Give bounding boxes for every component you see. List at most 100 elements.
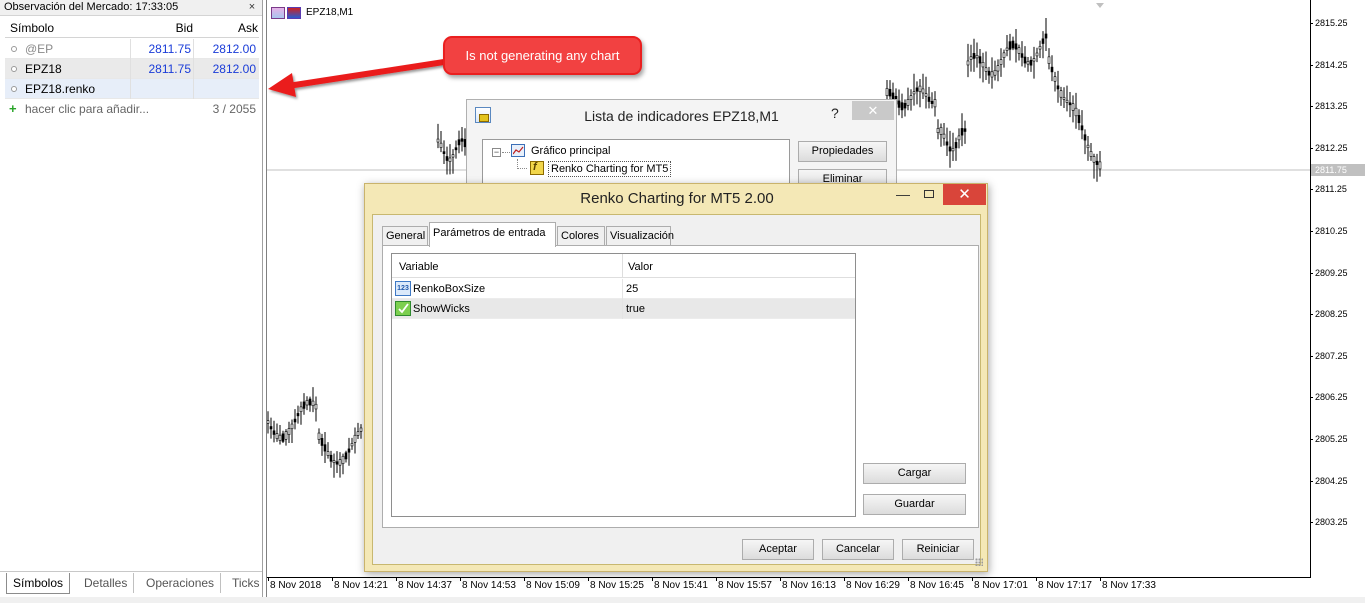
candle — [1071, 95, 1075, 123]
price-tick-label: 2809.25 — [1310, 267, 1348, 278]
parameters-grid[interactable]: Variable Valor 123 RenkoBoxSize 25 ShowW… — [391, 253, 856, 517]
save-button[interactable]: Guardar — [863, 494, 966, 515]
symbol-status-icon — [11, 66, 17, 72]
candle — [296, 405, 300, 424]
candle — [1056, 70, 1060, 103]
candle — [1035, 47, 1039, 63]
candle — [978, 48, 982, 79]
help-icon[interactable]: ? — [831, 105, 839, 121]
candle — [1047, 48, 1051, 70]
column-header-bid[interactable]: Bid — [135, 18, 193, 38]
column-header-value[interactable]: Valor — [628, 254, 653, 280]
load-button[interactable]: Cargar — [863, 463, 966, 484]
symbol-row[interactable]: EPZ18 2811.75 2812.00 — [5, 59, 259, 79]
candle — [936, 119, 940, 140]
candle — [963, 120, 967, 144]
symbol-row[interactable]: @EP 2811.75 2812.00 — [5, 39, 259, 59]
candle — [1095, 153, 1099, 182]
candle — [1041, 31, 1045, 59]
candle — [1029, 56, 1033, 72]
collapse-icon[interactable]: − — [492, 148, 501, 157]
symbol-row[interactable]: EPZ18.renko — [5, 79, 259, 99]
minimize-icon[interactable]: — — [890, 186, 916, 205]
candle — [290, 419, 294, 444]
candle — [918, 79, 922, 108]
parameter-value[interactable]: true — [626, 299, 645, 319]
candle — [439, 131, 443, 153]
symbol-ask: 2812.00 — [212, 42, 256, 56]
candle — [353, 427, 357, 454]
candle — [284, 429, 288, 446]
price-tick-label: 2812.25 — [1310, 142, 1348, 153]
parameter-name: RenkoBoxSize — [413, 283, 486, 295]
parameter-row[interactable]: ShowWicks true — [392, 299, 855, 319]
maximize-icon[interactable] — [924, 190, 934, 198]
tab-detalles[interactable]: Detalles — [78, 573, 135, 593]
ok-button[interactable]: Aceptar — [742, 539, 814, 560]
close-button[interactable]: ✕ — [852, 101, 894, 120]
market-watch-title: Observación del Mercado: 17:33:05 × — [0, 0, 262, 16]
time-tick-label: 8 Nov 15:57 — [716, 577, 772, 591]
time-axis[interactable]: 8 Nov 2018 8 Nov 14:21 8 Nov 14:37 8 Nov 14… — [267, 577, 1310, 597]
candle — [1065, 85, 1069, 112]
candle — [954, 137, 958, 161]
tab-visualization[interactable]: Visualización — [606, 226, 674, 246]
tab-input-parameters[interactable]: Parámetros de entrada — [429, 222, 556, 247]
time-tick-label: 8 Nov 14:37 — [396, 577, 452, 591]
indicator-list-titlebar[interactable]: Lista de indicadores EPZ18,M1 ? ✕ — [467, 100, 896, 130]
price-tick-label: 2807.25 — [1310, 350, 1348, 361]
candle — [990, 57, 994, 89]
price-axis[interactable]: 2815.25 2814.25 2813.25 2812.25 2811.25 2810.… — [1310, 0, 1365, 578]
candle — [1089, 143, 1093, 161]
time-tick-label: 8 Nov 2018 — [267, 577, 322, 591]
time-tick-label: 8 Nov 17:17 — [1036, 577, 1092, 591]
parameter-row[interactable]: 123 RenkoBoxSize 25 — [392, 279, 855, 299]
candle — [999, 48, 1003, 77]
candle — [442, 140, 446, 165]
market-watch-header: Símbolo Bid Ask — [5, 18, 259, 38]
tab-ticks[interactable]: Ticks — [226, 573, 266, 593]
tab-colors[interactable]: Colores — [557, 226, 605, 246]
properties-button[interactable]: Propiedades — [798, 141, 887, 162]
tab-operaciones[interactable]: Operaciones — [140, 573, 222, 593]
column-header-symbol[interactable]: Símbolo — [10, 18, 54, 38]
candle — [1026, 56, 1030, 72]
candle — [1023, 46, 1027, 68]
candle — [966, 43, 970, 78]
tree-item-main-chart[interactable]: Gráfico principal — [531, 144, 610, 158]
candle — [1005, 35, 1009, 57]
boolean-icon — [395, 301, 411, 316]
close-icon[interactable]: × — [246, 0, 258, 15]
resize-grip-icon[interactable] — [975, 558, 983, 566]
candle — [1086, 136, 1090, 161]
candle — [987, 66, 991, 84]
candle — [287, 421, 291, 443]
reset-button[interactable]: Reiniciar — [902, 539, 974, 560]
tab-simbolos[interactable]: Símbolos — [6, 573, 71, 594]
candle — [335, 451, 339, 474]
candle — [969, 44, 973, 72]
parameter-value[interactable]: 25 — [626, 279, 638, 299]
candle — [1053, 71, 1057, 92]
tab-general[interactable]: General — [382, 226, 428, 246]
column-header-variable[interactable]: Variable — [399, 254, 439, 280]
indicator-tree[interactable]: − Gráfico principal f Renko Charting for… — [482, 139, 790, 189]
candle — [356, 422, 360, 440]
candle — [960, 113, 964, 147]
candle — [341, 453, 345, 475]
candle — [359, 424, 363, 439]
candle — [1062, 87, 1066, 108]
time-tick-label: 8 Nov 15:41 — [652, 577, 708, 591]
add-symbol-row[interactable]: + hacer clic para añadir... 3 / 2055 — [5, 99, 259, 119]
close-button[interactable]: ✕ — [943, 184, 986, 205]
candle — [332, 453, 336, 478]
candle — [897, 89, 901, 116]
column-header-ask[interactable]: Ask — [200, 18, 258, 38]
annotation-arrow — [268, 59, 447, 97]
candle — [900, 93, 904, 119]
current-price-label: 2811.75 — [1311, 164, 1365, 176]
cancel-button[interactable]: Cancelar — [822, 539, 894, 560]
candle — [308, 396, 312, 412]
tree-item-renko-indicator[interactable]: Renko Charting for MT5 — [548, 161, 672, 177]
time-tick-label: 8 Nov 16:29 — [844, 577, 900, 591]
